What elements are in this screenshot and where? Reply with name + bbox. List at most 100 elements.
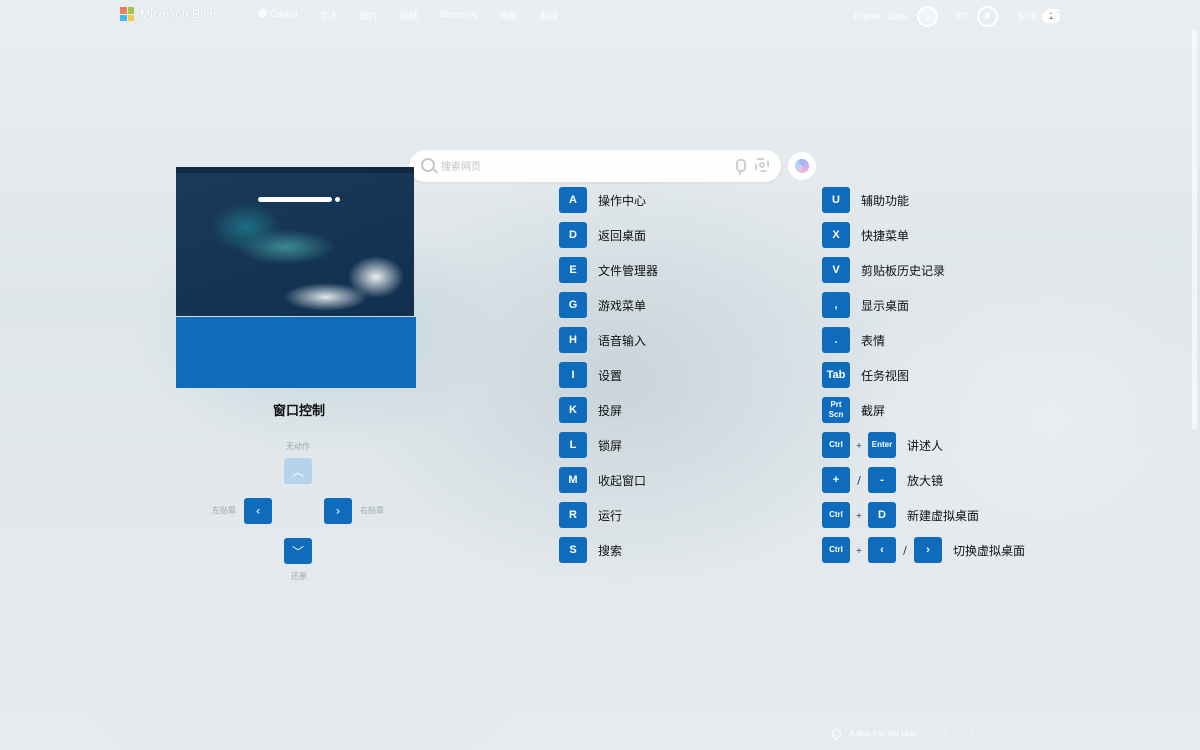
shortcut-label: 显示桌面 (861, 298, 910, 313)
copilot-button[interactable] (788, 152, 816, 180)
nav-copilot[interactable]: Copilot (258, 9, 298, 22)
window-preview (176, 167, 416, 388)
top-right-controls: English Zarya ☺ 675 ♜ $0.00 1 (854, 6, 1060, 27)
shortcut-item[interactable]: A 操作中心 (559, 187, 646, 213)
thumbnail-top-bar (176, 167, 414, 173)
up-label: 无动作 (286, 442, 310, 451)
hamburger-menu-icon[interactable] (1047, 9, 1060, 24)
shortcut-label: 讲述人 (907, 438, 944, 453)
shortcut-label: 剪贴板历史记录 (861, 263, 946, 278)
shortcut-item[interactable]: R 运行 (559, 502, 622, 528)
snap-right-button[interactable]: › (324, 498, 352, 524)
plus-separator: + (855, 510, 863, 520)
shortcut-item[interactable]: D 返回桌面 (559, 222, 646, 248)
logo-text: Microsoft Bing (140, 7, 217, 21)
shortcut-key: Ctrl (822, 432, 850, 458)
shortcut-key: Ctrl (822, 537, 850, 563)
shortcut-combo-narrator[interactable]: Ctrl + Enter 讲述人 (822, 432, 943, 458)
shortcut-item[interactable]: X 快捷菜单 (822, 222, 909, 248)
scrollbar[interactable] (1192, 30, 1197, 430)
shortcut-key: + (822, 467, 850, 493)
nav-maps[interactable]: 地图 (500, 9, 518, 22)
shortcut-item[interactable]: K 投屏 (559, 397, 622, 423)
shortcut-label: 返回桌面 (598, 228, 647, 243)
user-name[interactable]: Zarya (888, 12, 908, 21)
shortcut-combo-magnifier[interactable]: + / - 放大镜 (822, 467, 943, 493)
bing-logo[interactable]: Microsoft Bing (120, 7, 216, 21)
shortcut-key: L (559, 432, 587, 458)
desktop-screenshot-thumbnail (176, 167, 414, 316)
rewards-trophy-icon[interactable]: ♜ (976, 6, 998, 27)
rewards-points[interactable]: 675 (956, 12, 969, 21)
shortcut-label: 新建虚拟桌面 (907, 508, 980, 523)
right-label: 右贴靠 (360, 506, 384, 515)
nav-videos[interactable]: 视频 (400, 9, 418, 22)
nav-images[interactable]: 图片 (360, 9, 378, 22)
shortcut-label: 投屏 (598, 403, 623, 418)
chevron-left-icon: ‹ (868, 537, 896, 563)
search-box (409, 150, 781, 182)
shortcut-key: Enter (868, 432, 896, 458)
next-image-icon[interactable]: › (970, 728, 973, 739)
shortcut-combo-switch-desktop[interactable]: Ctrl + ‹ / › 切换虚拟桌面 (822, 537, 1025, 563)
shortcut-item[interactable]: . 表情 (822, 327, 885, 353)
shortcut-item[interactable]: Prt Scn 截屏 (822, 397, 885, 423)
avatar[interactable]: ☺ (916, 6, 938, 27)
slash-separator: / (903, 543, 907, 557)
shortcut-label: 文件管理器 (598, 263, 659, 278)
shortcut-item[interactable]: V 剪贴板历史记录 (822, 257, 945, 283)
nav-academic[interactable]: 学术 (320, 9, 338, 22)
shortcut-item[interactable]: U 辅助功能 (822, 187, 909, 213)
shortcut-item[interactable]: I 设置 (559, 362, 622, 388)
nav-shopping[interactable]: Shopping (440, 9, 478, 22)
shortcut-label: 截屏 (861, 403, 886, 418)
chevron-right-icon: › (914, 537, 942, 563)
visual-search-icon[interactable] (755, 158, 769, 172)
shortcut-label: 游戏菜单 (598, 298, 647, 313)
wallet-balance: $0.00 (1017, 12, 1038, 21)
shortcut-label: 搜索 (598, 543, 623, 558)
shortcut-key: S (559, 537, 587, 563)
image-caption[interactable]: A dive into the blue ‹ › (830, 727, 973, 740)
left-label: 左贴靠 (212, 506, 236, 515)
shortcut-item[interactable]: H 语音输入 (559, 327, 646, 353)
microphone-icon[interactable] (736, 159, 746, 175)
shortcut-label: 设置 (598, 368, 623, 383)
shortcut-item[interactable]: M 收起窗口 (559, 467, 646, 493)
snap-up-button[interactable]: ︿ (284, 458, 312, 484)
shortcut-item[interactable]: G 游戏菜单 (559, 292, 646, 318)
plus-separator: + (855, 440, 863, 450)
shortcut-label: 辅助功能 (861, 193, 910, 208)
shortcut-label: 表情 (861, 333, 886, 348)
chevron-down-icon: ﹀ (291, 544, 304, 559)
chevron-right-icon: › (335, 504, 341, 518)
shortcut-label: 锁屏 (598, 438, 623, 453)
nav-more[interactable]: ··· (580, 9, 589, 22)
shortcut-key: I (559, 362, 587, 388)
search-icon (421, 158, 435, 172)
thumbnail-copilot (335, 197, 340, 202)
copilot-icon (258, 9, 267, 18)
language-link[interactable]: English (854, 12, 880, 21)
shortcut-item[interactable]: L 锁屏 (559, 432, 622, 458)
caption-text: A dive into the blue (849, 729, 917, 738)
previous-image-icon[interactable]: ‹ (945, 728, 948, 739)
shortcut-key: . (822, 327, 850, 353)
shortcut-item[interactable]: S 搜索 (559, 537, 622, 563)
shortcut-label: 操作中心 (598, 193, 647, 208)
shortcut-label: 放大镜 (907, 473, 944, 488)
shortcut-key: E (559, 257, 587, 283)
snap-left-button[interactable]: ‹ (244, 498, 272, 524)
shortcut-item[interactable]: Tab 任务视图 (822, 362, 909, 388)
shortcut-key: R (559, 502, 587, 528)
shortcut-item[interactable]: E 文件管理器 (559, 257, 658, 283)
search-input[interactable] (439, 157, 723, 177)
shortcut-item[interactable]: , 显示桌面 (822, 292, 909, 318)
shortcut-key: G (559, 292, 587, 318)
snap-down-button[interactable]: ﹀ (284, 538, 312, 564)
shortcut-combo-new-desktop[interactable]: Ctrl + D 新建虚拟桌面 (822, 502, 979, 528)
shortcut-key: U (822, 187, 850, 213)
nav-translate[interactable]: 翻译 (540, 9, 558, 22)
chevron-left-icon: ‹ (255, 504, 261, 518)
shortcut-key: - (868, 467, 896, 493)
